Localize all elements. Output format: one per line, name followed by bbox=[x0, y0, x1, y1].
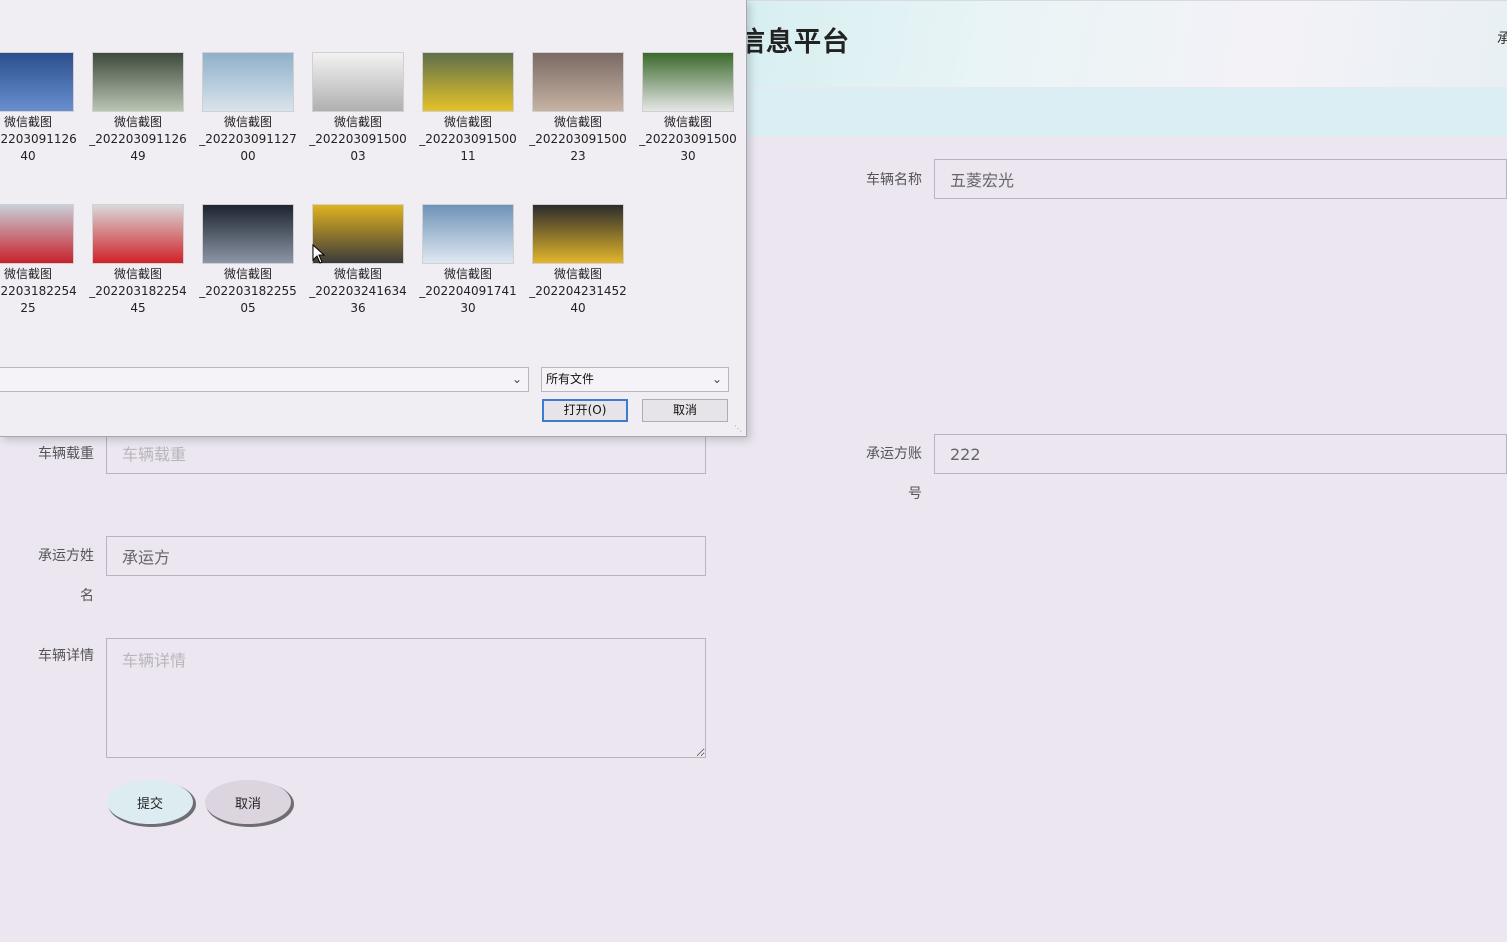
filename-combobox[interactable]: ⌄ bbox=[0, 367, 529, 392]
file-open-dialog: 微信截图 _202203091126 40微信截图 _202203091126 … bbox=[0, 0, 747, 437]
red-sedan-thumbnail bbox=[92, 204, 184, 264]
resize-grip-icon[interactable]: ⋱ bbox=[734, 424, 744, 434]
chevron-down-icon[interactable]: ⌄ bbox=[512, 368, 522, 391]
file-item[interactable]: 微信截图 _202203091500 11 bbox=[413, 52, 523, 165]
carrier-account-input[interactable] bbox=[934, 434, 1507, 474]
grey-sedan-thumbnail bbox=[202, 204, 294, 264]
white-sports-car-thumbnail bbox=[642, 52, 734, 112]
parking-garage-thumbnail bbox=[0, 52, 74, 112]
carrier-name-label: 承运方姓 名 bbox=[38, 548, 94, 604]
chevron-down-icon[interactable]: ⌄ bbox=[712, 368, 722, 391]
white-sports-car-thumbnail bbox=[312, 52, 404, 112]
open-button[interactable]: 打开(O) bbox=[542, 399, 628, 422]
file-item[interactable]: 微信截图 _202203091127 00 bbox=[193, 52, 303, 165]
file-name-label: 微信截图 _202203182255 05 bbox=[199, 267, 297, 315]
file-name-label: 微信截图 _202203091500 03 bbox=[309, 115, 407, 163]
file-item[interactable]: 微信截图 _202203091126 49 bbox=[83, 52, 193, 165]
file-name-label: 微信截图 _202203091500 11 bbox=[419, 115, 517, 163]
file-item[interactable]: 微信截图 _202203182254 45 bbox=[83, 204, 193, 317]
file-item[interactable]: 微信截图 _202203091126 40 bbox=[0, 52, 83, 165]
vehicle-name-input[interactable] bbox=[934, 159, 1507, 199]
vehicle-name-label: 车辆名称 bbox=[866, 172, 922, 188]
file-name-label: 微信截图 _202204231452 40 bbox=[529, 267, 627, 315]
submit-button[interactable]: 提交 bbox=[107, 780, 193, 824]
dialog-cancel-button[interactable]: 取消 bbox=[642, 399, 728, 422]
file-item[interactable]: 微信截图 _202204091741 30 bbox=[413, 204, 523, 317]
cancel-button[interactable]: 取消 bbox=[205, 780, 291, 824]
header-user-text[interactable]: 承 bbox=[1497, 28, 1507, 48]
vehicle-load-input[interactable] bbox=[106, 434, 706, 474]
file-name-label: 微信截图 _202203182254 45 bbox=[89, 267, 187, 315]
yellow-sports-car-thumbnail bbox=[422, 52, 514, 112]
bicycles-thumbnail bbox=[532, 204, 624, 264]
airplane-thumbnail bbox=[422, 204, 514, 264]
sub-banner bbox=[720, 88, 1507, 136]
file-name-label: 微信截图 _202203091126 40 bbox=[0, 115, 77, 163]
file-item[interactable]: 微信截图 _202203182254 25 bbox=[0, 204, 83, 317]
red-sedan-thumbnail bbox=[0, 204, 74, 264]
mouse-cursor-icon bbox=[312, 244, 326, 264]
file-item[interactable]: 微信截图 _202203091500 03 bbox=[303, 52, 413, 165]
file-item[interactable]: 微信截图 _202203182255 05 bbox=[193, 204, 303, 317]
filetype-select[interactable]: 所有文件 ⌄ bbox=[541, 367, 729, 392]
page-title: 信息平台 bbox=[738, 27, 850, 58]
file-name-label: 微信截图 _202203091500 23 bbox=[529, 115, 627, 163]
vehicle-details-label: 车辆详情 bbox=[38, 648, 94, 664]
file-name-label: 微信截图 _202203241634 36 bbox=[309, 267, 407, 315]
carrier-name-input[interactable] bbox=[106, 536, 706, 576]
file-name-label: 微信截图 _202203091500 30 bbox=[639, 115, 737, 163]
file-item[interactable]: 微信截图 _202204231452 40 bbox=[523, 204, 633, 317]
parking-garage-thumbnail bbox=[92, 52, 184, 112]
file-name-label: 微信截图 _202203182254 25 bbox=[0, 267, 77, 315]
carrier-account-label: 承运方账 号 bbox=[866, 446, 922, 502]
file-item[interactable]: 微信截图 _202203091500 30 bbox=[633, 52, 743, 165]
parking-garage-thumbnail bbox=[202, 52, 294, 112]
file-name-label: 微信截图 _202203091126 49 bbox=[89, 115, 187, 163]
silver-sports-car-thumbnail bbox=[532, 52, 624, 112]
vehicle-details-textarea[interactable] bbox=[106, 638, 706, 758]
file-name-label: 微信截图 _202203091127 00 bbox=[199, 115, 297, 163]
file-item[interactable]: 微信截图 _202203091500 23 bbox=[523, 52, 633, 165]
file-name-label: 微信截图 _202204091741 30 bbox=[419, 267, 517, 315]
filetype-value: 所有文件 bbox=[546, 372, 595, 386]
vehicle-load-label: 车辆载重 bbox=[38, 446, 94, 462]
